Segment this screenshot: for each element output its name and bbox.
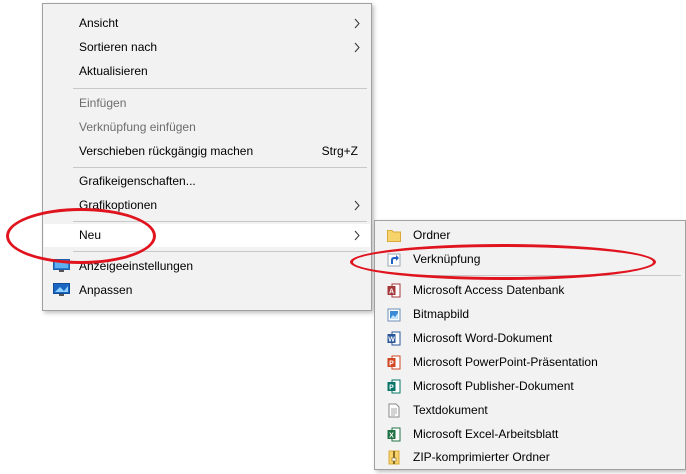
- shortcut-label: Strg+Z: [321, 144, 358, 158]
- submenu-item-textdokument[interactable]: Textdokument: [376, 399, 684, 422]
- zip-folder-icon: [388, 450, 400, 465]
- bitmap-icon: [387, 308, 401, 322]
- chevron-right-icon: [354, 230, 360, 241]
- menu-item-label: Neu: [79, 228, 102, 242]
- text-document-icon: [388, 403, 400, 418]
- menu-item-label: Verknüpfung einfügen: [79, 120, 196, 134]
- menu-item-ansicht[interactable]: Ansicht: [44, 12, 370, 35]
- svg-text:X: X: [389, 433, 394, 440]
- submenu-item-excel[interactable]: X Microsoft Excel-Arbeitsblatt: [376, 423, 684, 446]
- menu-item-neu[interactable]: Neu: [44, 224, 370, 247]
- publisher-icon: P: [387, 379, 401, 394]
- submenu-item-label: ZIP-komprimierter Ordner: [413, 450, 550, 464]
- submenu-item-word[interactable]: W Microsoft Word-Dokument: [376, 327, 684, 350]
- submenu-item-label: Textdokument: [413, 403, 488, 417]
- menu-item-aktualisieren[interactable]: Aktualisieren: [44, 60, 370, 83]
- menu-item-label: Ansicht: [79, 16, 119, 30]
- submenu-item-label: Verknüpfung: [413, 252, 481, 266]
- submenu-item-label: Microsoft Excel-Arbeitsblatt: [413, 427, 559, 441]
- menu-item-verschieben-rueckgaengig[interactable]: Verschieben rückgängig machen Strg+Z: [44, 140, 370, 163]
- personalize-icon: [53, 283, 70, 296]
- menu-item-label: Grafikeigenschaften...: [79, 174, 196, 188]
- menu-item-label: Anpassen: [79, 283, 133, 297]
- submenu-item-label: Ordner: [413, 228, 451, 242]
- menu-item-einfuegen[interactable]: Einfügen: [44, 92, 370, 115]
- menu-separator: [405, 275, 681, 276]
- svg-text:A: A: [389, 289, 394, 296]
- display-settings-icon: [53, 259, 70, 272]
- powerpoint-icon: P: [387, 355, 401, 370]
- chevron-right-icon: [354, 200, 360, 211]
- submenu-item-bitmapbild[interactable]: Bitmapbild: [376, 303, 684, 326]
- word-icon: W: [387, 331, 401, 346]
- menu-item-label: Aktualisieren: [79, 64, 148, 78]
- svg-text:P: P: [389, 361, 394, 368]
- menu-item-label: Sortieren nach: [79, 40, 158, 54]
- submenu-item-powerpoint[interactable]: P Microsoft PowerPoint-Präsentation: [376, 351, 684, 374]
- submenu-item-label: Microsoft Word-Dokument: [413, 331, 553, 345]
- submenu-item-publisher[interactable]: P Microsoft Publisher-Dokument: [376, 375, 684, 398]
- submenu-item-label: Bitmapbild: [413, 307, 470, 321]
- folder-icon: [387, 230, 401, 242]
- menu-separator: [73, 251, 367, 252]
- menu-item-label: Verschieben rückgängig machen: [79, 144, 254, 158]
- access-icon: A: [387, 283, 401, 298]
- svg-text:W: W: [388, 337, 395, 344]
- chevron-right-icon: [354, 42, 360, 53]
- menu-item-verknuepfung-einfuegen[interactable]: Verknüpfung einfügen: [44, 116, 370, 139]
- svg-text:P: P: [389, 385, 394, 392]
- menu-item-label: Anzeigeeinstellungen: [79, 259, 194, 273]
- desktop-context-menu: Ansicht Sortieren nach Aktualisieren Ein…: [42, 3, 372, 311]
- chevron-right-icon: [354, 18, 360, 29]
- submenu-item-verknuepfung[interactable]: Verknüpfung: [376, 248, 684, 271]
- menu-item-grafikoptionen[interactable]: Grafikoptionen: [44, 194, 370, 217]
- menu-item-sortieren-nach[interactable]: Sortieren nach: [44, 36, 370, 59]
- menu-item-label: Einfügen: [79, 96, 127, 110]
- menu-item-anpassen[interactable]: Anpassen: [44, 279, 370, 302]
- submenu-item-access[interactable]: A Microsoft Access Datenbank: [376, 279, 684, 302]
- shortcut-icon: [387, 253, 401, 267]
- submenu-item-zip[interactable]: ZIP-komprimierter Ordner: [376, 446, 684, 469]
- submenu-item-label: Microsoft Publisher-Dokument: [413, 379, 574, 393]
- menu-separator: [73, 88, 367, 89]
- menu-separator: [73, 167, 367, 168]
- excel-icon: X: [387, 427, 401, 442]
- new-submenu: Ordner Verknüpfung A Microsoft Access Da…: [374, 220, 686, 470]
- menu-item-label: Grafikoptionen: [79, 198, 158, 212]
- menu-item-anzeigeeinstellungen[interactable]: Anzeigeeinstellungen: [44, 255, 370, 278]
- menu-item-grafikeigenschaften[interactable]: Grafikeigenschaften...: [44, 170, 370, 193]
- submenu-item-label: Microsoft PowerPoint-Präsentation: [413, 355, 598, 369]
- menu-separator: [73, 221, 367, 222]
- submenu-item-ordner[interactable]: Ordner: [376, 224, 684, 247]
- submenu-item-label: Microsoft Access Datenbank: [413, 283, 565, 297]
